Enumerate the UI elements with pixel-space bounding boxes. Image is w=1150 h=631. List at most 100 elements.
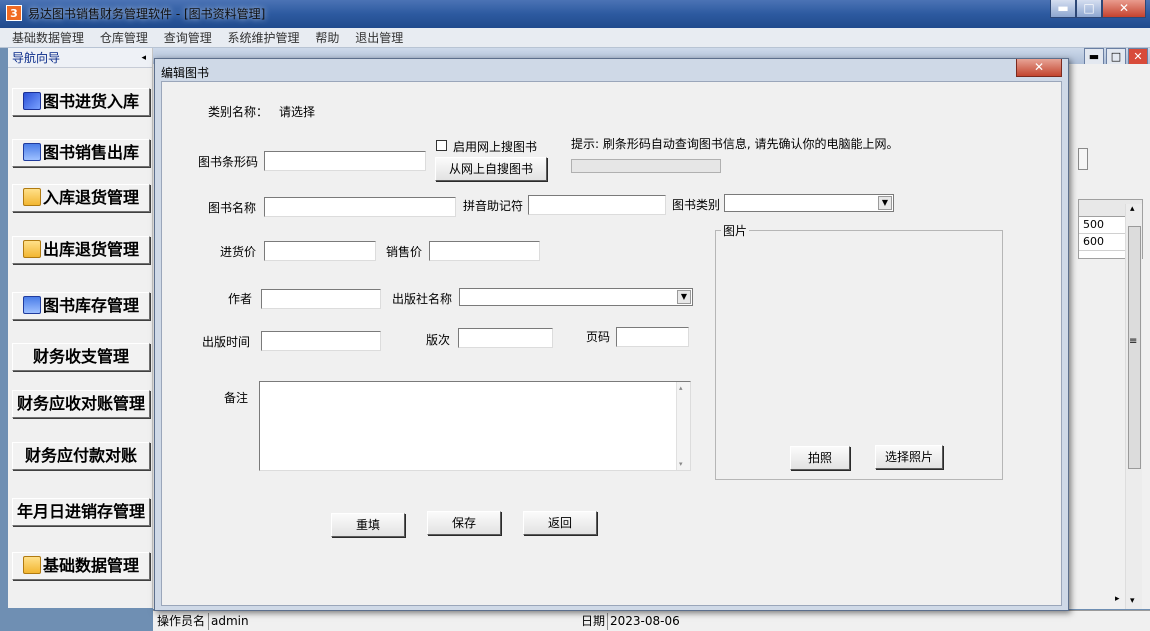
- purchase-price-input[interactable]: [264, 241, 376, 261]
- window-title: 易达图书销售财务管理软件 - [图书资料管理]: [28, 7, 266, 21]
- search-progress-bar: [571, 159, 721, 173]
- nav-label: 图书销售出库: [42, 143, 139, 162]
- pinyin-input[interactable]: [528, 195, 666, 215]
- date-value: 2023-08-06: [607, 613, 680, 630]
- edition-label: 版次: [426, 333, 451, 347]
- menu-basic-data[interactable]: 基础数据管理: [0, 28, 90, 48]
- take-photo-button[interactable]: 拍照: [790, 446, 850, 470]
- status-bar: 操作员名 admin 日期 2023-08-06: [153, 610, 1150, 631]
- folder-icon: [22, 188, 41, 206]
- save-button[interactable]: 保存: [427, 511, 501, 535]
- scroll-up-icon[interactable]: ▴: [679, 384, 683, 392]
- operator-label: 操作员名: [157, 614, 206, 628]
- folder-icon: [22, 240, 41, 258]
- web-search-checkbox[interactable]: [436, 140, 447, 151]
- nav-basic-data[interactable]: 基础数据管理: [12, 552, 150, 580]
- date-label: 日期: [581, 614, 606, 628]
- edition-input[interactable]: [458, 328, 553, 348]
- maximize-button[interactable]: □: [1076, 0, 1102, 18]
- dialog-title: 编辑图书: [161, 66, 210, 80]
- arrow-icon: [22, 296, 41, 314]
- publisher-label: 出版社名称: [392, 292, 453, 306]
- menu-exit[interactable]: 退出管理: [349, 28, 409, 48]
- photo-group: 图片 拍照 选择照片: [715, 222, 1003, 480]
- nav-label: 出库退货管理: [42, 240, 139, 259]
- book-type-label: 图书类别: [672, 198, 721, 212]
- nav-book-stock[interactable]: 图书库存管理: [12, 292, 150, 320]
- publish-date-label: 出版时间: [202, 335, 251, 349]
- publisher-value: [460, 290, 463, 304]
- navigation-title: 导航向导: [12, 51, 61, 65]
- sale-price-label: 销售价: [386, 245, 423, 259]
- collapse-arrow-icon[interactable]: ◂: [141, 48, 146, 68]
- nav-label: 入库退货管理: [42, 188, 139, 207]
- nav-sales-return[interactable]: 出库退货管理: [12, 236, 150, 264]
- book-type-value: [725, 196, 728, 210]
- sale-price-input[interactable]: [429, 241, 540, 261]
- purchase-price-label: 进货价: [220, 245, 257, 259]
- nav-payable-reconcile[interactable]: 财务应付款对账: [12, 442, 150, 470]
- nav-label: 基础数据管理: [42, 556, 139, 575]
- barcode-input[interactable]: [264, 151, 426, 171]
- app-icon: 3: [6, 5, 22, 21]
- minimize-button[interactable]: ▬: [1050, 0, 1076, 18]
- edit-book-dialog: 编辑图书 ✕ 类别名称： 请选择 图书条形码 启用网上搜图书 从网上自搜图书 提…: [154, 58, 1069, 611]
- menu-bar: 基础数据管理 仓库管理 查询管理 系统维护管理 帮助 退出管理: [0, 28, 1150, 48]
- scroll-up-icon[interactable]: ▴: [1130, 204, 1135, 214]
- close-window-button[interactable]: ✕: [1102, 0, 1146, 18]
- category-value[interactable]: 请选择: [279, 103, 315, 120]
- menu-query[interactable]: 查询管理: [158, 28, 218, 48]
- scroll-down-icon[interactable]: ▾: [679, 460, 683, 468]
- nav-label: 图书进货入库: [42, 92, 139, 111]
- menu-system-maintenance[interactable]: 系统维护管理: [222, 28, 306, 48]
- nav-book-purchase-in[interactable]: 图书进货入库: [12, 88, 150, 116]
- author-input[interactable]: [261, 289, 381, 309]
- book-type-select[interactable]: ▼: [724, 194, 894, 212]
- category-label: 类别名称：: [208, 105, 269, 119]
- barcode-label: 图书条形码: [198, 155, 259, 169]
- chevron-down-icon[interactable]: ▼: [677, 290, 691, 304]
- book-icon: [22, 92, 41, 110]
- barcode-hint: 提示: 刷条形码自动查询图书信息, 请先确认你的电脑能上网。: [571, 137, 899, 151]
- photo-group-title: 图片: [721, 222, 750, 239]
- nav-finance-income-expense[interactable]: 财务收支管理: [12, 343, 150, 371]
- remark-scrollbar[interactable]: ▴ ▾: [676, 382, 690, 470]
- web-search-button[interactable]: 从网上自搜图书: [435, 157, 547, 181]
- menu-warehouse[interactable]: 仓库管理: [94, 28, 154, 48]
- dialog-body: 类别名称： 请选择 图书条形码 启用网上搜图书 从网上自搜图书 提示: 刷条形码…: [161, 81, 1062, 606]
- dialog-close-button[interactable]: ✕: [1016, 59, 1062, 77]
- pages-label: 页码: [586, 330, 611, 344]
- author-label: 作者: [228, 292, 253, 306]
- book-name-input[interactable]: [264, 197, 456, 217]
- vertical-scrollbar[interactable]: ▴ ≡ ▾: [1125, 204, 1142, 609]
- navigation-header: 导航向导 ◂: [8, 48, 152, 68]
- scroll-down-icon[interactable]: ▾: [1130, 596, 1135, 606]
- chevron-down-icon[interactable]: ▼: [878, 196, 892, 210]
- remark-label: 备注: [224, 391, 249, 405]
- publish-date-input[interactable]: [261, 331, 381, 351]
- nav-label: 图书库存管理: [42, 296, 139, 315]
- operator-value: admin: [208, 613, 249, 630]
- navigation-panel: 导航向导 ◂ 图书进货入库 图书销售出库 入库退货管理 出库退货管理 图书库存管…: [8, 48, 153, 608]
- nav-period-inventory[interactable]: 年月日进销存管理: [12, 498, 150, 526]
- remark-textarea[interactable]: ▴ ▾: [259, 381, 691, 471]
- nav-book-sales-out[interactable]: 图书销售出库: [12, 139, 150, 167]
- book-name-label: 图书名称: [208, 201, 257, 215]
- folder-icon: [22, 556, 41, 574]
- background-button[interactable]: [1078, 148, 1088, 170]
- back-button[interactable]: 返回: [523, 511, 597, 535]
- choose-photo-button[interactable]: 选择照片: [875, 445, 943, 469]
- nav-purchase-return[interactable]: 入库退货管理: [12, 184, 150, 212]
- scroll-right-icon[interactable]: ▸: [1115, 594, 1120, 604]
- scroll-grip-icon: ≡: [1129, 336, 1138, 347]
- menu-help[interactable]: 帮助: [309, 28, 345, 48]
- web-search-checkbox-label[interactable]: 启用网上搜图书: [453, 138, 537, 155]
- app-title-bar: 3 易达图书销售财务管理软件 - [图书资料管理] ▬ □ ✕: [0, 0, 1150, 28]
- reset-button[interactable]: 重填: [331, 513, 405, 537]
- publisher-select[interactable]: ▼: [459, 288, 693, 306]
- arrow-icon: [22, 143, 41, 161]
- pinyin-label: 拼音助记符: [463, 199, 524, 213]
- pages-input[interactable]: [616, 327, 689, 347]
- nav-receivable-reconcile[interactable]: 财务应收对账管理: [12, 390, 150, 418]
- scrollbar-thumb[interactable]: [1128, 226, 1141, 469]
